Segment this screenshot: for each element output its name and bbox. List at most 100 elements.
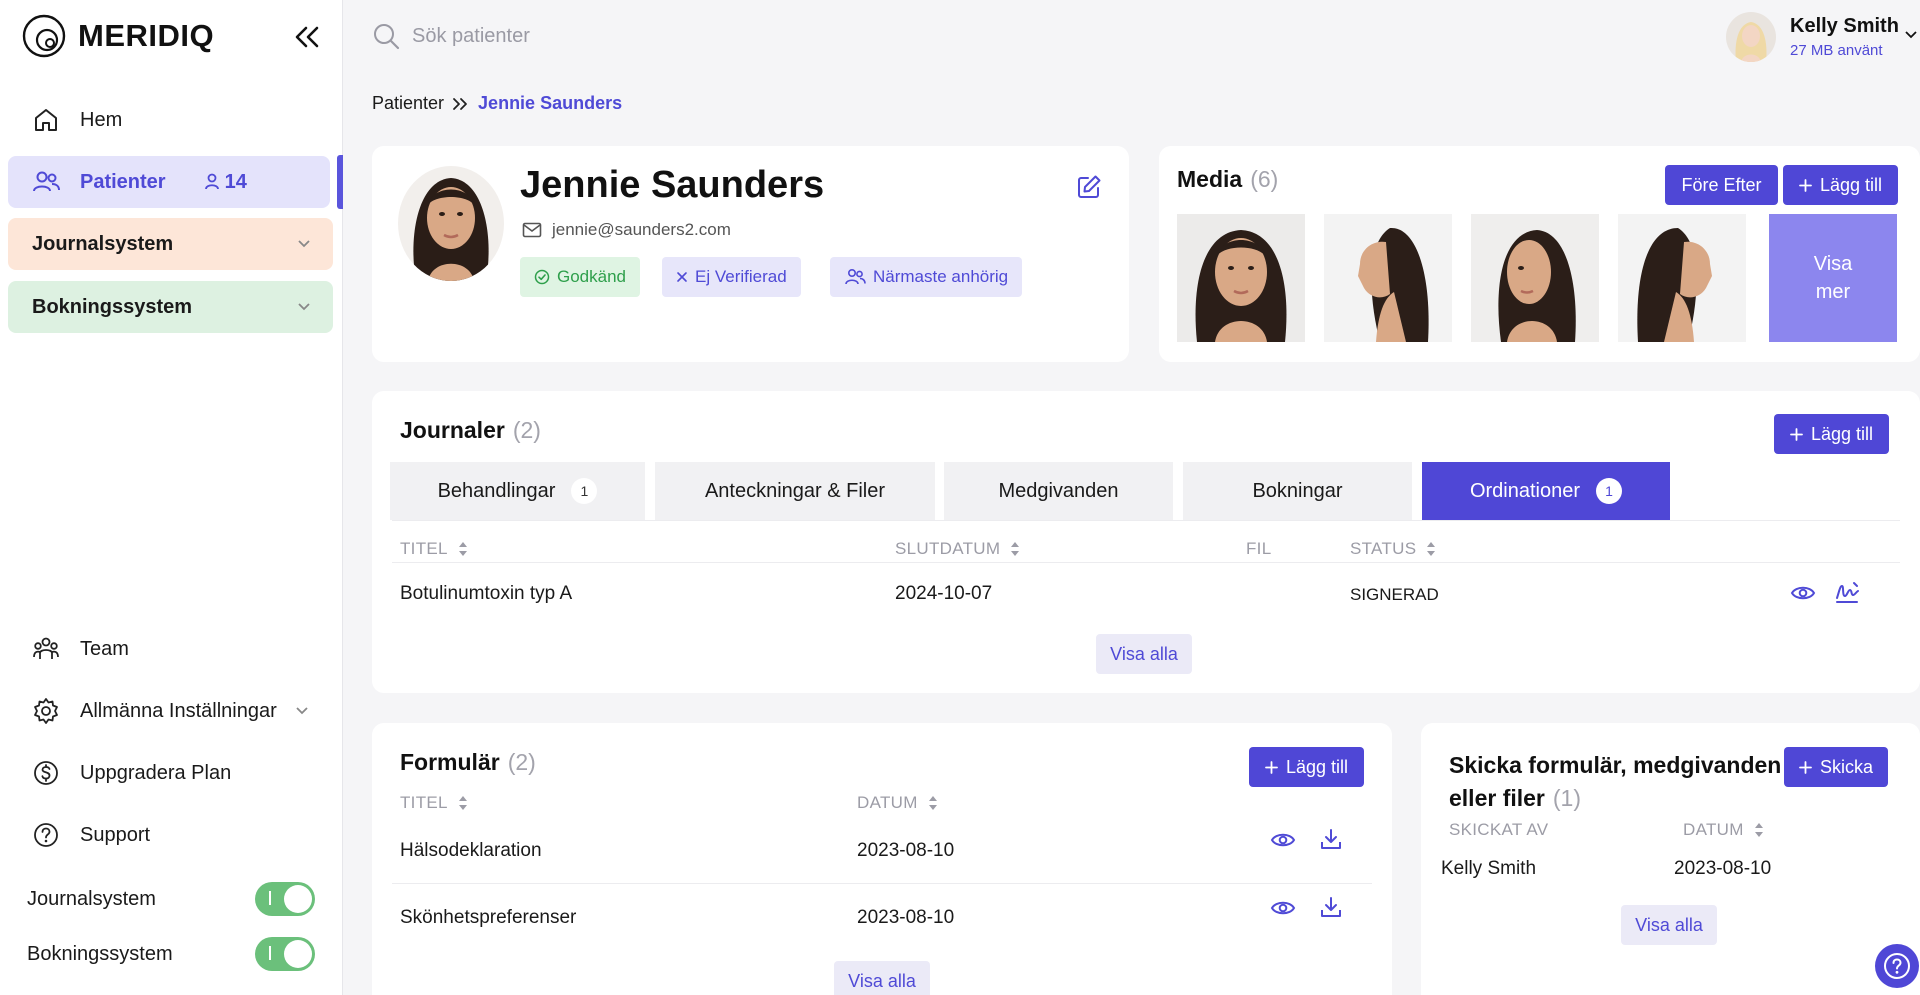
status-badge-not-verified[interactable]: Ej Verifierad (662, 257, 801, 297)
patient-search[interactable] (372, 22, 732, 50)
cell-date: 2023-08-10 (857, 840, 955, 861)
sidebar-group-journalsystem[interactable]: Journalsystem (8, 218, 333, 270)
search-icon (374, 24, 400, 50)
breadcrumb-root[interactable]: Patienter (372, 93, 444, 114)
show-all-journals-button[interactable]: Visa alla (1096, 634, 1192, 674)
search-input[interactable] (412, 24, 732, 48)
sort-icon (1011, 542, 1020, 556)
tab-bokningar[interactable]: Bokningar (1183, 462, 1412, 520)
download-button[interactable] (1320, 896, 1342, 918)
sort-icon (1754, 823, 1763, 837)
collapse-sidebar-button[interactable] (290, 22, 324, 52)
status-badge-approved[interactable]: Godkänd (520, 257, 640, 297)
help-button[interactable] (1875, 944, 1919, 988)
sidebar-item-label: Patienter (80, 170, 166, 193)
sidebar: MERIDIQ Hem Patienter 14 Journalsystem B… (0, 0, 343, 995)
add-form-button[interactable]: Lägg till (1249, 747, 1364, 787)
patient-count-badge: 14 (204, 171, 247, 194)
patient-email[interactable]: jennie@saunders2.com (552, 220, 731, 240)
brand-name: MERIDIQ (78, 18, 215, 53)
tab-count-badge: 1 (1596, 478, 1623, 504)
add-journal-label: Lägg till (1810, 423, 1874, 444)
before-after-label: Före Efter (1681, 174, 1762, 195)
team-icon (32, 635, 60, 663)
show-more-line-2: mer (1815, 281, 1851, 303)
cell-title: Hälsodeklaration (400, 840, 542, 861)
view-button[interactable] (1790, 583, 1816, 603)
sidebar-item-upgrade-plan[interactable]: Uppgradera Plan (8, 747, 330, 799)
storage-used: 27 MB använt (1790, 42, 1883, 59)
sort-icon (458, 542, 467, 556)
view-button[interactable] (1270, 898, 1296, 918)
media-thumbnail[interactable] (1324, 214, 1452, 342)
close-icon (677, 272, 687, 282)
patient-name: Jennie Saunders (520, 164, 825, 206)
patient-photo (398, 166, 504, 281)
add-form-label: Lägg till (1285, 756, 1349, 777)
send-title-line-1: Skicka formulär, medgivanden (1449, 752, 1782, 778)
show-all-forms-button[interactable]: Visa alla (834, 961, 930, 995)
column-header-date[interactable]: DATUM (857, 793, 938, 813)
brand-logo[interactable]: MERIDIQ (22, 14, 214, 58)
tab-medgivanden[interactable]: Medgivanden (944, 462, 1173, 520)
send-button[interactable]: Skicka (1784, 747, 1888, 787)
media-thumbnail[interactable] (1618, 214, 1746, 342)
home-icon (32, 106, 60, 134)
column-header-label: DATUM (1683, 820, 1744, 839)
column-header-title[interactable]: TITEL (400, 539, 468, 559)
show-more-media-button[interactable]: Visa mer (1769, 214, 1897, 342)
double-chevron-right-icon (453, 97, 467, 110)
forms-title: Formulär (2) (400, 749, 536, 776)
patient-count: 14 (224, 170, 247, 193)
column-header-status[interactable]: STATUS (1350, 539, 1436, 559)
plus-icon (1799, 760, 1812, 774)
patient-card: Jennie Saunders jennie@saunders2.com God… (372, 146, 1129, 362)
next-of-kin-button[interactable]: Närmaste anhörig (830, 257, 1023, 297)
plus-icon (1265, 760, 1278, 774)
show-all-sent-button[interactable]: Visa alla (1621, 905, 1717, 945)
cell-date: 2023-08-10 (857, 907, 955, 928)
media-thumbnail[interactable] (1471, 214, 1599, 342)
eye-icon (1790, 586, 1816, 600)
media-count: (6) (1250, 166, 1279, 192)
sign-button[interactable] (1834, 580, 1860, 604)
column-header-end-date[interactable]: SLUTDATUM (895, 539, 1020, 559)
sidebar-item-home[interactable]: Hem (8, 94, 330, 146)
sidebar-item-support[interactable]: Support (8, 809, 330, 861)
sidebar-item-general-settings[interactable]: Allmänna Inställningar (8, 685, 330, 737)
journalsystem-toggle[interactable] (255, 882, 315, 916)
sidebar-item-patients[interactable]: Patienter 14 (8, 156, 330, 208)
sidebar-item-label: Team (80, 637, 129, 660)
journals-title-label: Journaler (400, 417, 505, 443)
sidebar-item-label: Support (80, 823, 151, 846)
check-circle-icon (534, 269, 550, 285)
send-title-line-2: eller filer (1449, 785, 1545, 812)
view-button[interactable] (1270, 830, 1296, 850)
edit-patient-button[interactable] (1076, 174, 1102, 200)
toggle-label: Bokningssystem (27, 942, 173, 965)
before-after-button[interactable]: Före Efter (1665, 165, 1778, 205)
download-button[interactable] (1320, 828, 1342, 850)
column-header-label: TITEL (400, 793, 448, 812)
tab-ordinationer[interactable]: Ordinationer 1 (1422, 462, 1670, 520)
send-count: (1) (1552, 785, 1582, 812)
next-of-kin-label: Närmaste anhörig (873, 267, 1009, 286)
tab-behandlingar[interactable]: Behandlingar 1 (390, 462, 645, 520)
tab-label: Medgivanden (998, 479, 1119, 502)
add-media-button[interactable]: Lägg till (1783, 165, 1898, 205)
user-info: Kelly Smith 27 MB använt (1790, 15, 1899, 59)
column-header-date[interactable]: DATUM (1683, 820, 1764, 840)
sidebar-item-team[interactable]: Team (8, 623, 330, 675)
tab-anteckningar-filer[interactable]: Anteckningar & Filer (655, 462, 935, 520)
column-header-sent-by: SKICKAT AV (1449, 820, 1548, 840)
user-menu[interactable]: Kelly Smith 27 MB använt (1726, 12, 1917, 62)
sidebar-group-bokningssystem[interactable]: Bokningssystem (8, 281, 333, 333)
bokningssystem-toggle[interactable] (255, 937, 315, 971)
toggle-row-bokningssystem: Bokningssystem (27, 935, 315, 973)
add-journal-button[interactable]: Lägg till (1774, 414, 1889, 454)
column-header-title[interactable]: TITEL (400, 793, 468, 813)
column-header-label: SKICKAT AV (1449, 820, 1549, 839)
active-indicator (337, 155, 343, 209)
media-thumbnail[interactable] (1177, 214, 1305, 342)
tabs-divider (392, 520, 1900, 521)
